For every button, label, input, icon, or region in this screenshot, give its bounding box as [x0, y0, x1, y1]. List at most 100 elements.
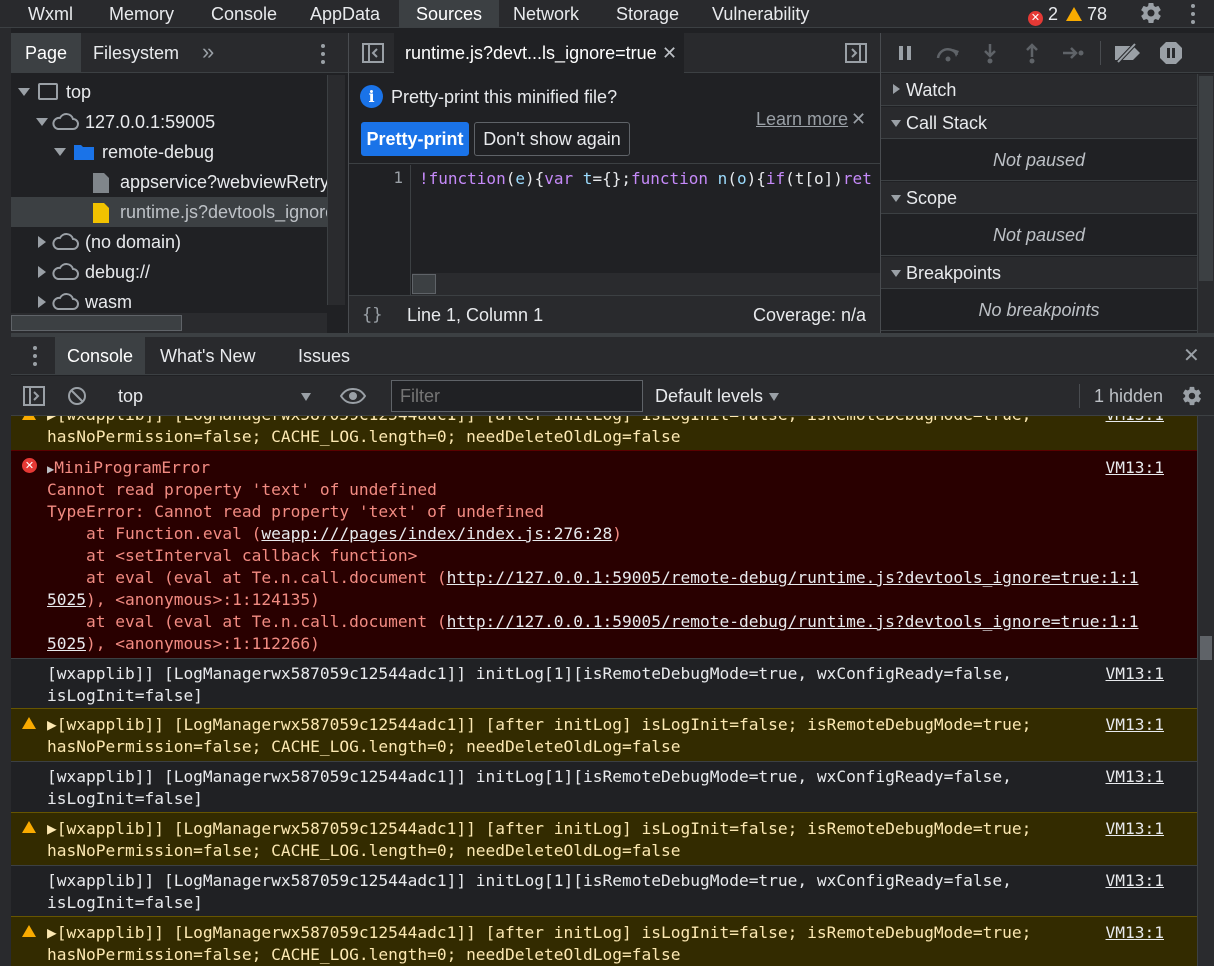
toggle-debugger-icon[interactable]	[845, 43, 867, 63]
tab-vulnerability[interactable]: Vulnerability	[702, 0, 819, 28]
console-warning-message[interactable]: ▶[wxapplib]] [LogManagerwx587059c12544ad…	[11, 916, 1197, 966]
step-icon[interactable]	[1061, 45, 1085, 61]
tab-page[interactable]: Page	[11, 33, 82, 73]
message-text: ▶[wxapplib]] [LogManagerwx587059c12544ad…	[47, 715, 1032, 734]
drawer-menu-icon[interactable]	[31, 345, 39, 367]
console-log-message[interactable]: [wxapplib]] [LogManagerwx587059c12544adc…	[11, 761, 1197, 812]
pause-on-exceptions-icon[interactable]	[1159, 41, 1183, 65]
pause-icon[interactable]	[897, 45, 913, 61]
navigator-scroll-thumb[interactable]	[11, 315, 182, 331]
cursor-position: Line 1, Column 1	[407, 305, 544, 325]
console-scroll-thumb[interactable]	[1200, 636, 1212, 660]
message-source-link[interactable]: VM13:1	[1106, 416, 1164, 426]
tree-label: appservice?webviewRetry=	[120, 172, 327, 192]
file-icon	[93, 173, 109, 193]
console-error-message[interactable]: ✕ ▶MiniProgramError VM13:1 Cannot read p…	[11, 450, 1197, 658]
deactivate-breakpoints-icon[interactable]	[1113, 43, 1143, 63]
code-area[interactable]: 1 !function(e){var t={};function n(o){if…	[349, 165, 880, 295]
close-infobar-icon[interactable]: ✕	[851, 107, 866, 131]
drawer-tab-whats-new[interactable]: What's New	[160, 337, 255, 375]
stack-frame-link[interactable]: 5025	[47, 634, 86, 653]
console-vertical-scrollbar[interactable]	[1197, 416, 1214, 966]
tree-item-no-domain[interactable]: (no domain)	[11, 227, 327, 257]
drawer-tab-issues[interactable]: Issues	[298, 337, 350, 375]
stack-frame-link[interactable]: http://127.0.0.1:59005/remote-debug/runt…	[447, 612, 1139, 631]
message-source-link[interactable]: VM13:1	[1106, 457, 1164, 479]
console-warning-message[interactable]: ▶[wxapplib]] [LogManagerwx587059c12544ad…	[11, 812, 1197, 865]
tree-item-debug[interactable]: debug://	[11, 257, 327, 287]
step-into-icon[interactable]	[981, 43, 999, 65]
close-drawer-icon[interactable]: ✕	[1183, 337, 1200, 375]
code-scroll-thumb[interactable]	[412, 274, 436, 294]
tab-sources[interactable]: Sources	[399, 0, 499, 28]
message-source-link[interactable]: VM13:1	[1106, 922, 1164, 944]
message-text: hasNoPermission=false; CACHE_LOG.length=…	[47, 427, 681, 446]
breakpoints-section-header[interactable]: Breakpoints	[881, 257, 1197, 289]
drawer-tab-console[interactable]: Console	[55, 337, 146, 375]
tab-network[interactable]: Network	[503, 0, 589, 28]
error-count-badge[interactable]: ✕ 2	[1028, 0, 1058, 28]
tab-storage[interactable]: Storage	[606, 0, 689, 28]
warning-count-badge[interactable]: 78	[1066, 0, 1107, 28]
stack-frame-link[interactable]: http://127.0.0.1:59005/remote-debug/runt…	[447, 568, 1139, 587]
tab-appdata[interactable]: AppData	[300, 0, 390, 28]
more-tabs-chevron-icon[interactable]: »	[202, 33, 214, 73]
console-warning-message[interactable]: ▶[wxapplib]] [LogManagerwx587059c12544ad…	[11, 708, 1197, 761]
message-source-link[interactable]: VM13:1	[1106, 870, 1164, 892]
sidebar-vertical-scrollbar[interactable]	[1197, 74, 1214, 333]
code-horizontal-scrollbar[interactable]	[412, 273, 880, 295]
settings-gear-icon[interactable]	[1139, 1, 1163, 29]
tab-wxml[interactable]: Wxml	[18, 0, 83, 28]
toggle-sidebar-icon[interactable]	[23, 386, 45, 406]
log-levels-dropdown[interactable]: Default levels	[655, 380, 785, 412]
console-settings-gear-icon[interactable]	[1181, 385, 1203, 407]
stack-frame-link[interactable]: 5025	[47, 590, 86, 609]
tab-memory[interactable]: Memory	[99, 0, 184, 28]
learn-more-link[interactable]: Learn more	[756, 107, 848, 131]
scope-section-header[interactable]: Scope	[881, 182, 1197, 214]
step-out-icon[interactable]	[1023, 43, 1041, 65]
tree-item-file-appservice[interactable]: appservice?webviewRetry=	[11, 167, 327, 197]
tab-console[interactable]: Console	[201, 0, 287, 28]
message-source-link[interactable]: VM13:1	[1106, 714, 1164, 736]
tree-item-file-runtime[interactable]: runtime.js?devtools_ignore	[11, 197, 327, 227]
tree-label: top	[66, 82, 92, 102]
close-tab-icon[interactable]: ✕	[662, 33, 677, 73]
toolbar-separator	[1079, 384, 1080, 408]
info-icon: i	[360, 85, 383, 108]
error-title-row[interactable]: ▶MiniProgramError	[47, 457, 210, 480]
message-source-link[interactable]: VM13:1	[1106, 766, 1164, 788]
clear-console-icon[interactable]	[67, 386, 87, 406]
console-filter-input[interactable]	[391, 380, 643, 412]
dont-show-again-button[interactable]: Don't show again	[474, 122, 630, 156]
tab-filesystem[interactable]: Filesystem	[93, 33, 179, 73]
console-log-message[interactable]: [wxapplib]] [LogManagerwx587059c12544adc…	[11, 658, 1197, 708]
call-stack-section-header[interactable]: Call Stack	[881, 107, 1197, 139]
toggle-navigator-icon[interactable]	[362, 43, 384, 63]
navigator-menu-icon[interactable]	[319, 43, 327, 65]
message-text: isLogInit=false]	[47, 686, 203, 705]
navigator-vertical-scrollbar[interactable]	[327, 75, 345, 305]
tree-item-host[interactable]: 127.0.0.1:59005	[11, 107, 327, 137]
message-source-link[interactable]: VM13:1	[1106, 663, 1164, 685]
stack-frame-link[interactable]: weapp:///pages/index/index.js:276:28	[261, 524, 612, 543]
step-over-icon[interactable]	[934, 44, 962, 62]
cloud-icon	[52, 293, 79, 310]
console-warning-message[interactable]: ▶[wxapplib]] [LogManagerwx587059c12544ad…	[11, 416, 1197, 450]
more-menu-icon[interactable]	[1189, 3, 1197, 31]
watch-section-header[interactable]: Watch	[881, 74, 1197, 106]
warning-icon	[22, 416, 36, 420]
message-source-link[interactable]: VM13:1	[1106, 818, 1164, 840]
format-braces-icon[interactable]: {}	[362, 296, 382, 334]
tree-item-wasm[interactable]: wasm	[11, 287, 327, 313]
file-tab-runtime[interactable]: runtime.js?devt...ls_ignore=true ✕	[394, 33, 684, 73]
tree-item-top[interactable]: top	[11, 77, 327, 107]
frame-icon	[38, 83, 58, 100]
sources-navigator: Page Filesystem » top 127.0.0.1:59005 re…	[11, 33, 348, 333]
console-log-message[interactable]: [wxapplib]] [LogManagerwx587059c12544adc…	[11, 865, 1197, 916]
pretty-print-button[interactable]: Pretty-print	[361, 122, 469, 156]
tree-item-folder[interactable]: remote-debug	[11, 137, 327, 167]
sidebar-scroll-thumb[interactable]	[1199, 76, 1213, 281]
context-selector[interactable]: top	[106, 380, 316, 412]
live-expression-eye-icon[interactable]	[340, 388, 366, 404]
